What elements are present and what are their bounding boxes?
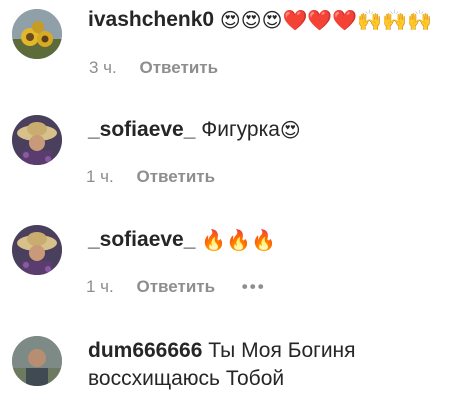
comment-username[interactable]: _sofiaeve_ [88,118,195,141]
comment-text-line: воссхищаюсь Тобой [88,366,284,392]
comment-body: Ты Моя Богиня [208,339,356,362]
comment-username[interactable]: dum666666 [88,339,202,362]
comment-text-line: dum666666 Ты Моя Богиня [88,338,356,364]
avatar[interactable] [12,225,62,275]
reply-button[interactable]: Ответить [140,58,219,77]
comment-body: воссхищаюсь Тобой [88,367,285,390]
comment-body: Фигурка [201,118,280,141]
fire-emoji-icon: 🔥🔥🔥 [201,228,276,252]
comment-text-line: _sofiaeve_ Фигурка😍 [88,117,301,143]
comment-meta: 3 ч. Ответить [89,57,218,79]
avatar[interactable] [12,115,62,165]
comment-username[interactable]: _sofiaeve_ [88,228,195,251]
straw-hat-avatar-icon [12,225,62,275]
comment-timestamp: 1 ч. [86,167,114,186]
comment-text-line: _sofiaeve_ 🔥🔥🔥 [88,227,276,253]
heart-eyes-emoji-icon: 😍 [279,118,301,142]
comment-username[interactable]: ivashchenk0 [88,8,214,31]
straw-hat-avatar-icon [12,115,62,165]
avatar[interactable] [12,9,62,59]
emoji-reaction-icon: 😍😍😍❤️❤️❤️🙌🙌🙌 [219,8,432,32]
comment-timestamp: 1 ч. [86,277,114,296]
comment-meta: 1 ч. Ответить [86,166,215,188]
person-avatar-icon [12,336,62,386]
comment-text-line: ivashchenk0 😍😍😍❤️❤️❤️🙌🙌🙌 [88,7,432,33]
comment-timestamp: 3 ч. [89,58,117,77]
avatar[interactable] [12,336,62,386]
reply-button[interactable]: Ответить [137,277,216,296]
more-options-icon[interactable]: ••• [242,276,266,298]
comment-meta: 1 ч. Ответить ••• [86,276,266,298]
sunflower-avatar-icon [12,9,62,59]
reply-button[interactable]: Ответить [137,167,216,186]
